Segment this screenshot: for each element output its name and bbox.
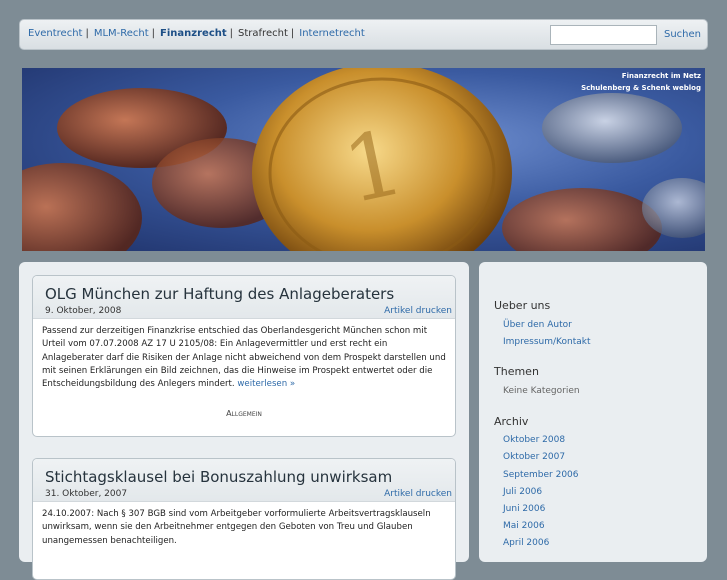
post-entry: Stichtagsklausel bei Bonuszahlung unwirk… (32, 458, 456, 580)
archive-link[interactable]: Mai 2006 (503, 521, 545, 531)
post-body: Passend zur derzeitigen Finanzkrise ents… (33, 319, 455, 421)
sidebar-no-categories: Keine Kategorien (503, 386, 580, 396)
post-category-link[interactable]: Allgemein (42, 407, 446, 420)
post-date: 9. Oktober, 2008 (45, 306, 122, 316)
post-date: 31. Oktober, 2007 (45, 489, 128, 499)
read-more-link[interactable]: weiterlesen » (237, 379, 295, 389)
sidebar-link-about-author[interactable]: Über den Autor (503, 320, 572, 330)
print-article-link[interactable]: Artikel drucken (384, 306, 452, 316)
nav-separator: | (85, 28, 89, 39)
nav-separator: | (151, 28, 156, 39)
category-nav: Eventrecht | MLM-Recht | Finanzrecht | Strafre… (28, 28, 365, 39)
search-input[interactable] (550, 25, 657, 45)
sidebar-heading-themes: Themen (494, 365, 539, 378)
nav-link-finanzrecht[interactable]: Finanzrecht (160, 28, 227, 39)
post-title[interactable]: Stichtagsklausel bei Bonuszahlung unwirk… (45, 468, 392, 486)
site-title-line2: Schulenberg & Schenk weblog (581, 84, 701, 92)
archive-link[interactable]: September 2006 (503, 470, 579, 480)
post-header: Stichtagsklausel bei Bonuszahlung unwirk… (33, 459, 455, 502)
archive-link[interactable]: Juli 2006 (503, 487, 542, 497)
nav-separator: | (290, 28, 295, 39)
site-title-line1: Finanzrecht im Netz (621, 72, 701, 80)
post-header: OLG München zur Haftung des Anlageberate… (33, 276, 455, 319)
euro-coins-image: 1 (22, 68, 705, 251)
site-title: Finanzrecht im Netz Schulenberg & Schenk… (581, 70, 701, 94)
archive-link[interactable]: Oktober 2008 (503, 435, 565, 445)
top-navigation-bar: Eventrecht | MLM-Recht | Finanzrecht | Strafre… (19, 19, 708, 50)
nav-separator: | (229, 28, 234, 39)
main-content: OLG München zur Haftung des Anlageberate… (19, 262, 469, 580)
archive-link[interactable]: April 2006 (503, 538, 549, 548)
sidebar-heading-archive: Archiv (494, 415, 529, 428)
nav-link-mlm-recht[interactable]: MLM-Recht (94, 28, 149, 39)
sidebar: Ueber uns Über den Autor Impressum/Konta… (479, 262, 707, 562)
print-article-link[interactable]: Artikel drucken (384, 489, 452, 499)
nav-item-strafrecht[interactable]: Strafrecht (238, 28, 288, 39)
post-title[interactable]: OLG München zur Haftung des Anlageberate… (45, 285, 394, 303)
sidebar-heading-about: Ueber uns (494, 299, 551, 312)
nav-link-internetrecht[interactable]: Internetrecht (299, 28, 365, 39)
post-body: 24.10.2007: Nach § 307 BGB sind vom Arbe… (33, 502, 455, 548)
post-excerpt: 24.10.2007: Nach § 307 BGB sind vom Arbe… (42, 509, 431, 546)
header-banner-image: 1 Finanzrecht im Netz Schulenberg & Sche… (22, 68, 705, 251)
nav-link-eventrecht[interactable]: Eventrecht (28, 28, 82, 39)
post-entry: OLG München zur Haftung des Anlageberate… (32, 275, 456, 437)
archive-link[interactable]: Juni 2006 (503, 504, 545, 514)
archive-link[interactable]: Oktober 2007 (503, 452, 565, 462)
sidebar-link-imprint[interactable]: Impressum/Kontakt (503, 337, 591, 347)
search-button[interactable]: Suchen (664, 29, 701, 40)
